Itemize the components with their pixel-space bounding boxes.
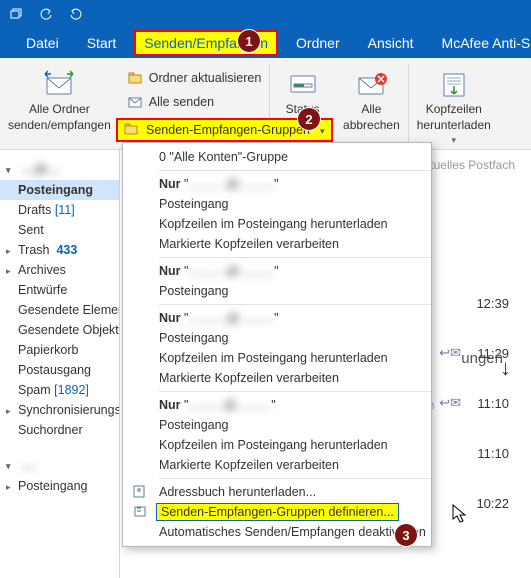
folder-trash[interactable]: Trash 433 xyxy=(0,240,119,260)
search-scope-label[interactable]: ktuelles Postfach xyxy=(424,158,515,172)
send-receive-groups-menu: 0 "Alle Konten"-Gruppe Nur "...........@… xyxy=(122,142,432,547)
menu-download-headers-1[interactable]: Kopfzeilen im Posteingang herunterladen xyxy=(123,214,431,234)
menu-account-4: Nur ".....-....@.........." xyxy=(123,395,431,415)
menu-define-groups[interactable]: Senden-Empfangen-Gruppen definieren... xyxy=(123,502,431,522)
window-restore-icon[interactable] xyxy=(8,6,24,22)
callout-3: 3 xyxy=(395,524,417,546)
label: Kopfzeilen xyxy=(426,102,482,116)
progress-icon xyxy=(287,68,319,100)
menu-process-marked-4[interactable]: Markierte Kopfzeilen verarbeiten xyxy=(123,455,431,475)
callout-2: 2 xyxy=(298,108,320,130)
download-headers-button[interactable]: Kopfzeilen herunterladen ▾ xyxy=(409,64,499,149)
menu-posteingang-4[interactable]: Posteingang xyxy=(123,415,431,435)
menu-account-2: Nur "...........@.........." xyxy=(123,261,431,281)
label: Alle xyxy=(361,102,381,116)
account-header-2[interactable]: … xyxy=(0,454,119,476)
define-groups-icon xyxy=(133,504,149,520)
folder-drafts[interactable]: Drafts [11] xyxy=(0,200,119,220)
label: abbrechen xyxy=(343,118,400,132)
tab-start[interactable]: Start xyxy=(79,31,125,55)
addressbook-icon xyxy=(133,484,149,500)
folder-entwuerfe[interactable]: Entwürfe xyxy=(0,280,119,300)
tab-file[interactable]: Datei xyxy=(18,31,67,55)
tab-folder[interactable]: Ordner xyxy=(288,31,348,55)
folder-pane[interactable]: …@… Posteingang Drafts [11] Sent Trash 4… xyxy=(0,150,120,578)
folder-groups-icon xyxy=(124,122,140,138)
folder-posteingang-2[interactable]: Posteingang xyxy=(0,476,119,496)
label: Senden-Empfangen-Gruppen xyxy=(146,123,310,137)
label: senden/empfangen xyxy=(8,118,111,132)
sort-indicator-icon[interactable]: ↓ xyxy=(500,355,511,381)
download-headers-icon xyxy=(438,68,470,100)
cancel-all-button[interactable]: Alle abbrechen xyxy=(335,64,408,149)
menu-posteingang-2[interactable]: Posteingang xyxy=(123,281,431,301)
folder-gesendete-elemente[interactable]: Gesendete Elemente xyxy=(0,300,119,320)
folder-sent[interactable]: Sent xyxy=(0,220,119,240)
label: Alle senden xyxy=(149,92,214,112)
tab-mcafee[interactable]: McAfee Anti-Spam xyxy=(434,31,531,55)
folder-archives[interactable]: Archives xyxy=(0,260,119,280)
send-all-button[interactable]: Alle senden xyxy=(119,90,270,114)
reply-icon: ↩✉ xyxy=(439,345,461,361)
ribbon-tabs: Datei Start Senden/Empfangen Ordner Ansi… xyxy=(0,28,531,58)
redo-icon[interactable] xyxy=(68,6,84,22)
menu-download-headers-4[interactable]: Kopfzeilen im Posteingang herunterladen xyxy=(123,435,431,455)
folder-sync-issues[interactable]: Synchronisierungsprobleme xyxy=(0,400,119,420)
send-receive-all-folders-button[interactable]: Alle Ordner senden/empfangen xyxy=(0,64,119,149)
label: Alle Ordner xyxy=(29,102,90,116)
label: Ordner aktualisieren xyxy=(149,68,262,88)
tab-view[interactable]: Ansicht xyxy=(360,31,422,55)
label: herunterladen xyxy=(417,118,491,132)
callout-1: 1 xyxy=(238,30,260,52)
folder-spam[interactable]: Spam [1892] xyxy=(0,380,119,400)
menu-process-marked-3[interactable]: Markierte Kopfzeilen verarbeiten xyxy=(123,368,431,388)
folder-postausgang[interactable]: Postausgang xyxy=(0,360,119,380)
undo-icon[interactable] xyxy=(38,6,54,22)
account-header[interactable]: …@… xyxy=(0,158,119,180)
folder-gesendete-objekte[interactable]: Gesendete Objekte xyxy=(0,320,119,340)
menu-posteingang-3[interactable]: Posteingang xyxy=(123,328,431,348)
folder-posteingang[interactable]: Posteingang xyxy=(0,180,119,200)
folder-refresh-icon xyxy=(127,70,143,86)
menu-disable-auto-sendrecv[interactable]: Automatisches Senden/Empfangen deaktivie… xyxy=(123,522,431,542)
menu-account-3: Nur "...........@.........." xyxy=(123,308,431,328)
send-all-icon xyxy=(127,94,143,110)
send-receive-icon xyxy=(43,68,75,100)
update-folder-button[interactable]: Ordner aktualisieren xyxy=(119,66,270,90)
menu-group-0[interactable]: 0 "Alle Konten"-Gruppe xyxy=(123,147,431,167)
menu-posteingang-1[interactable]: Posteingang xyxy=(123,194,431,214)
cancel-all-icon xyxy=(355,68,387,100)
titlebar xyxy=(0,0,531,28)
menu-account-1: Nur "...........@.........." xyxy=(123,174,431,194)
folder-suchordner[interactable]: Suchordner xyxy=(0,420,119,440)
menu-download-addressbook[interactable]: Adressbuch herunterladen... xyxy=(123,482,431,502)
menu-download-headers-3[interactable]: Kopfzeilen im Posteingang herunterladen xyxy=(123,348,431,368)
menu-process-marked-1[interactable]: Markierte Kopfzeilen verarbeiten xyxy=(123,234,431,254)
mouse-cursor-icon xyxy=(452,504,468,524)
reply-icon: ↩✉ xyxy=(439,395,461,411)
folder-papierkorb[interactable]: Papierkorb xyxy=(0,340,119,360)
